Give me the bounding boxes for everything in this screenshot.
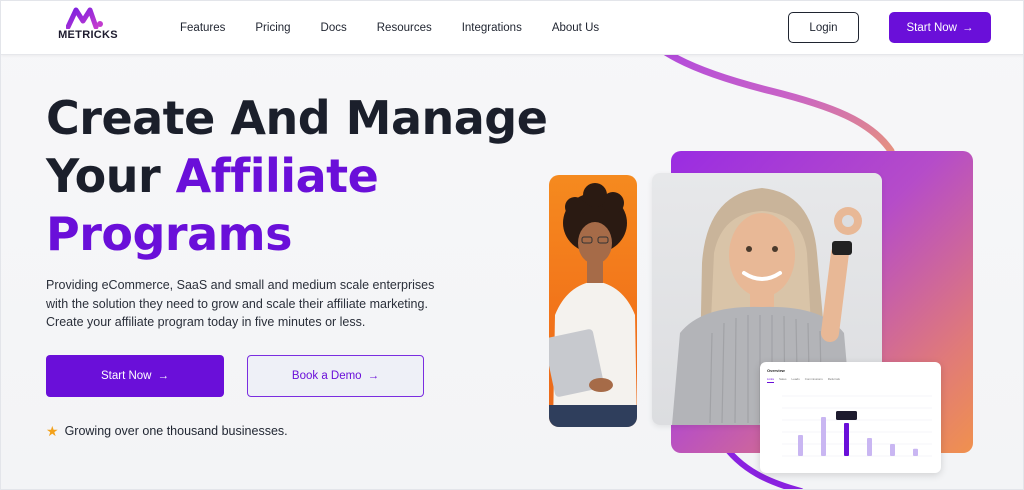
dashboard-bar	[821, 417, 826, 456]
nav-item-features[interactable]: Features	[180, 22, 225, 34]
arrow-right-icon: →	[962, 21, 974, 34]
photo-man-with-laptop	[549, 175, 637, 427]
logo-mark-icon	[66, 7, 103, 29]
dashboard-tooltip	[836, 411, 857, 420]
hero-title-line2: Your Affiliate	[46, 147, 547, 205]
start-now-label: Start Now	[101, 370, 152, 382]
hero-title-line1: Create And Manage	[46, 91, 548, 145]
dashboard-bar-chart	[782, 395, 932, 457]
hero-title-plain: Your	[46, 149, 176, 203]
page-frame: METRICKS Features Pricing Docs Resources…	[0, 0, 1024, 490]
arrow-right-icon: →	[157, 370, 170, 382]
brand-logo[interactable]: METRICKS	[53, 7, 123, 43]
book-demo-button[interactable]: Book a Demo →	[247, 355, 424, 397]
start-now-header-label: Start Now	[906, 21, 958, 34]
brand-name: METRICKS	[58, 29, 118, 41]
dashboard-bar	[890, 444, 895, 456]
dashboard-bar	[867, 438, 872, 456]
social-proof: ★ Growing over one thousand businesses.	[46, 424, 288, 438]
nav-item-about-us[interactable]: About Us	[552, 22, 599, 34]
man-illustration	[549, 183, 637, 427]
site-header: METRICKS Features Pricing Docs Resources…	[1, 1, 1023, 55]
start-now-button[interactable]: Start Now →	[46, 355, 224, 397]
nav-item-integrations[interactable]: Integrations	[462, 22, 522, 34]
hero-description: Providing eCommerce, SaaS and small and …	[46, 278, 435, 329]
hero-title-accent-affiliate: Affiliate	[175, 149, 379, 203]
hero-title: Create And Manage Your Affiliate Program…	[46, 89, 548, 263]
dashboard-bar	[844, 423, 849, 456]
nav-item-docs[interactable]: Docs	[321, 22, 347, 34]
book-demo-label: Book a Demo	[291, 370, 362, 382]
analytics-dashboard-card: Overview Links Sales Leads Commissions R…	[760, 362, 941, 473]
nav-item-pricing[interactable]: Pricing	[255, 22, 290, 34]
hero-title-accent-programs: Programs	[46, 207, 292, 261]
login-button[interactable]: Login	[788, 12, 859, 43]
dashboard-bar	[798, 435, 803, 456]
login-button-label: Login	[809, 21, 838, 34]
star-icon: ★	[46, 423, 59, 439]
social-proof-text: Growing over one thousand businesses.	[64, 424, 288, 438]
arrow-right-icon: →	[367, 370, 380, 382]
nav-item-resources[interactable]: Resources	[377, 22, 432, 34]
start-now-header-button[interactable]: Start Now →	[889, 12, 991, 43]
dashboard-bar	[913, 448, 918, 456]
main-nav: Features Pricing Docs Resources Integrat…	[165, 1, 614, 55]
